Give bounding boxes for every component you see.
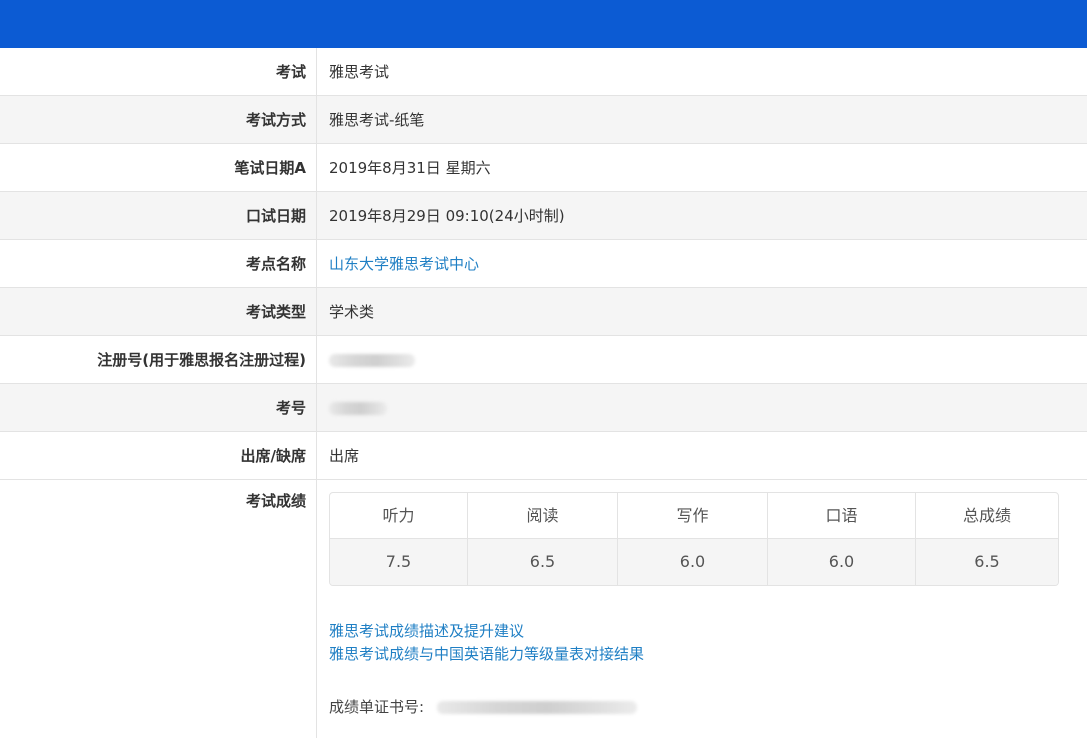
row-written-date: 笔试日期A 2019年8月31日 星期六 [0,144,1087,192]
row-value: 学术类 [329,303,375,321]
score-description-link[interactable]: 雅思考试成绩描述及提升建议 [329,620,644,643]
row-label: 笔试日期A [0,144,317,191]
score-header-reading: 阅读 [468,493,618,538]
row-label: 考试方式 [0,96,317,143]
row-exam-method: 考试方式 雅思考试-纸笔 [0,96,1087,144]
row-exam-type: 考试类型 学术类 [0,288,1087,336]
row-candidate-number: 考号 [0,384,1087,432]
row-exam: 考试 雅思考试 [0,48,1087,96]
score-header-speaking: 口语 [768,493,916,538]
row-value [317,384,1087,431]
score-header-row: 听力 阅读 写作 口语 总成绩 [330,493,1058,539]
row-registration-number: 注册号(用于雅思报名注册过程) [0,336,1087,384]
row-label: 注册号(用于雅思报名注册过程) [0,336,317,383]
score-table: 听力 阅读 写作 口语 总成绩 7.5 6.5 6.0 6.0 6.5 [329,492,1059,586]
row-value: 2019年8月31日 星期六 [329,159,491,177]
row-value [317,336,1087,383]
score-value-reading: 6.5 [468,539,618,585]
row-test-center: 考点名称 山东大学雅思考试中心 [0,240,1087,288]
score-value-overall: 6.5 [974,552,1000,571]
row-label: 出席/缺席 [0,432,317,479]
top-header-bar [0,0,1087,48]
row-value: 2019年8月29日 09:10(24小时制) [329,207,565,225]
certificate-number: 成绩单证书号: [329,695,637,719]
redacted-registration-number [329,354,415,367]
row-speaking-date: 口试日期 2019年8月29日 09:10(24小时制) [0,192,1087,240]
score-area: 听力 阅读 写作 口语 总成绩 7.5 6.5 6.0 6.0 6.5 雅思考试… [317,480,1087,738]
row-label: 考试成绩 [0,480,317,738]
score-value-listening: 7.5 [330,539,468,585]
score-links: 雅思考试成绩描述及提升建议 雅思考试成绩与中国英语能力等级量表对接结果 [329,620,644,666]
row-scores: 考试成绩 听力 阅读 写作 口语 总成绩 7.5 6.5 6.0 6.0 6.5 [0,480,1087,738]
redacted-certificate-number [436,701,637,714]
redacted-candidate-number [329,402,387,415]
row-value: 雅思考试-纸笔 [329,111,425,129]
row-label: 口试日期 [0,192,317,239]
exam-info-table: 考试 雅思考试 考试方式 雅思考试-纸笔 笔试日期A 2019年8月31日 星期… [0,48,1087,738]
cse-mapping-link[interactable]: 雅思考试成绩与中国英语能力等级量表对接结果 [329,643,644,666]
score-value-writing: 6.0 [618,539,768,585]
score-value-row: 7.5 6.5 6.0 6.0 6.5 [330,539,1058,585]
certificate-label: 成绩单证书号: [329,698,425,716]
score-value-speaking: 6.0 [768,539,916,585]
row-label: 考点名称 [0,240,317,287]
row-value: 雅思考试 [329,63,390,81]
score-header-writing: 写作 [618,493,768,538]
row-attendance: 出席/缺席 出席 [0,432,1087,480]
test-center-link[interactable]: 山东大学雅思考试中心 [317,240,1087,287]
score-header-overall: 总成绩 [962,506,1011,525]
row-label: 考试类型 [0,288,317,335]
row-label: 考试 [0,48,317,95]
score-header-listening: 听力 [330,493,468,538]
row-label: 考号 [0,384,317,431]
row-value: 出席 [329,447,360,465]
